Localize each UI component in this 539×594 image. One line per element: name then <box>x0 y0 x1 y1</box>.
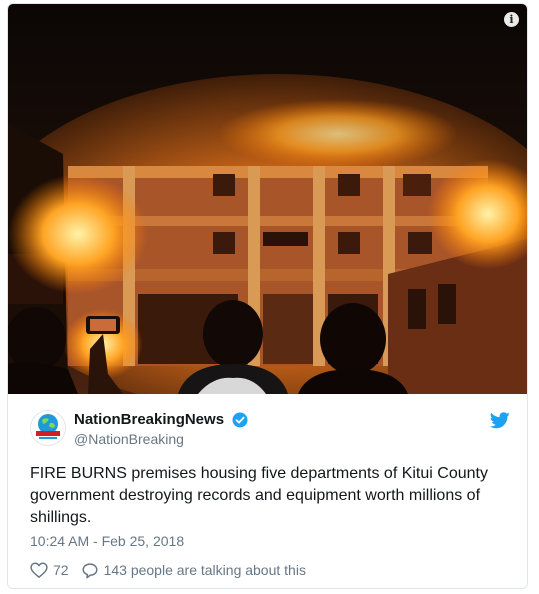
like-button[interactable]: 72 <box>30 562 69 578</box>
verified-badge-icon <box>232 412 247 427</box>
info-icon[interactable]: i <box>504 12 519 27</box>
like-count: 72 <box>53 562 69 578</box>
display-name[interactable]: NationBreakingNews <box>74 410 224 429</box>
burning-building-photo <box>8 4 527 394</box>
twitter-bird-icon[interactable] <box>490 412 510 429</box>
speech-bubble-icon <box>82 562 98 578</box>
tweet-card[interactable]: i NationBreakingNews @NationBreaking FIR… <box>7 3 528 589</box>
tweet-photo[interactable]: i <box>8 4 527 394</box>
tweet-actions: 72 143 people are talking about this <box>30 559 306 581</box>
tweet-text: FIRE BURNS premises housing five departm… <box>30 465 488 526</box>
heart-icon <box>30 562 48 578</box>
nation-globe-logo-icon <box>32 412 64 444</box>
user-handle[interactable]: @NationBreaking <box>74 430 248 448</box>
tweet-timestamp[interactable]: 10:24 AM - Feb 25, 2018 <box>30 533 184 549</box>
talking-button[interactable]: 143 people are talking about this <box>81 562 306 579</box>
talking-count: 143 people are talking about this <box>103 562 306 578</box>
tweet-header: NationBreakingNews @NationBreaking <box>30 407 510 451</box>
avatar[interactable] <box>30 410 66 446</box>
